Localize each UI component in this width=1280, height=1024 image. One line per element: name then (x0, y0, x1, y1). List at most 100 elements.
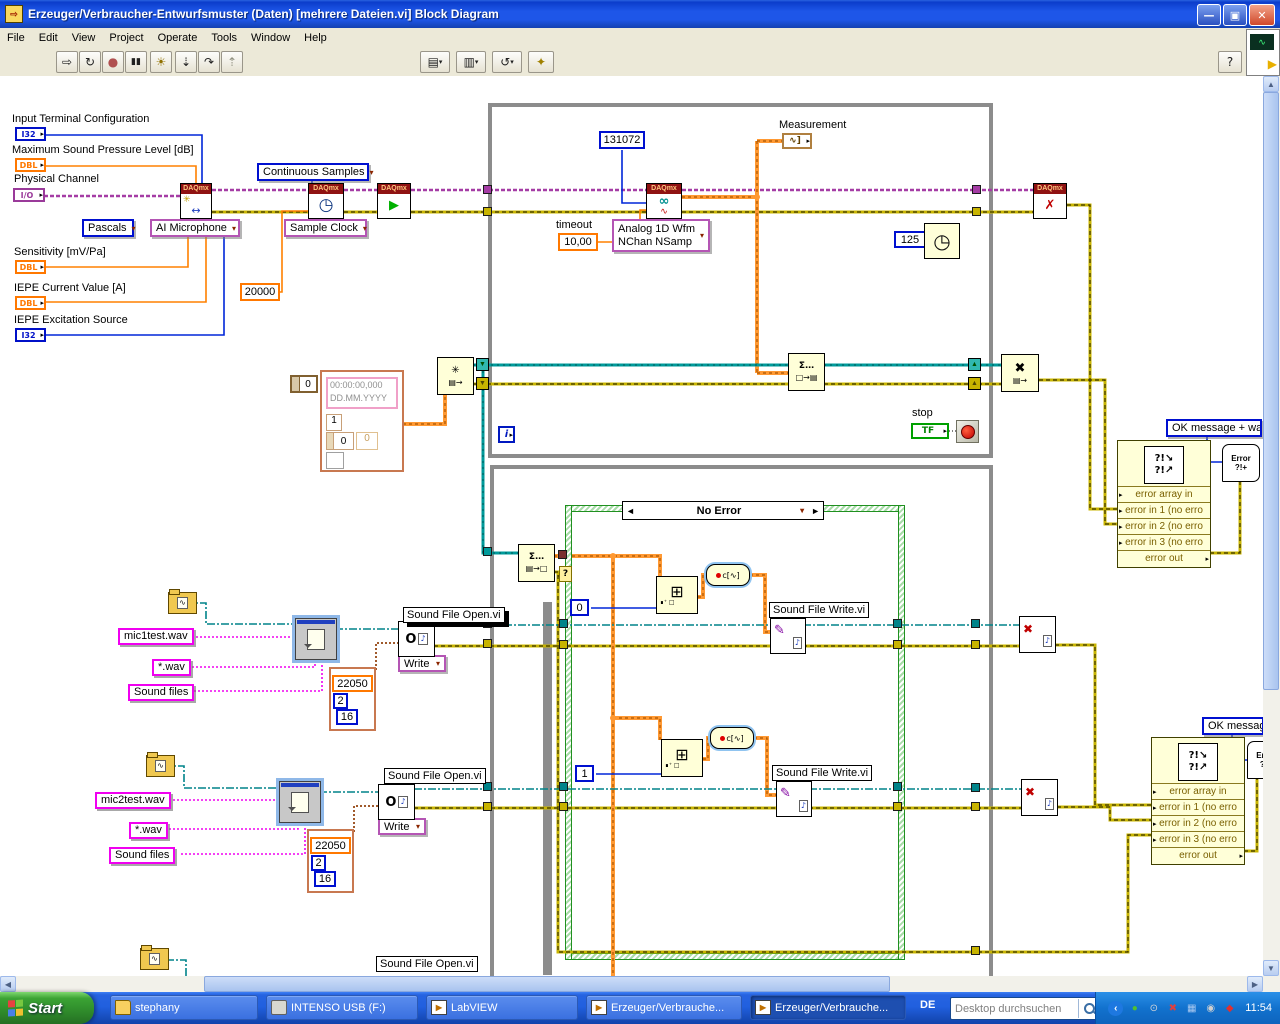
string-constant-pattern-2[interactable]: *.wav (129, 822, 168, 839)
index-array-node-2[interactable]: ⊞ ∎⁺ □ (661, 739, 703, 777)
sound-file-close-node-2[interactable]: ✖ ♪ (1021, 779, 1058, 816)
title-bar[interactable]: ⇨ Erzeuger/Verbraucher-Entwurfsmuster (D… (0, 0, 1280, 28)
block-diagram[interactable]: ▼ ▼ ▲ ▲ ? Input Terminal Configuration I… (0, 76, 1263, 976)
language-indicator[interactable]: DE (920, 999, 935, 1011)
iteration-terminal[interactable]: i (498, 426, 515, 443)
clean-up-diagram-button[interactable]: ✦ (528, 51, 554, 73)
daqmx-read-node[interactable]: DAQmx ∞ ∿ (646, 183, 682, 219)
merge-errors-node-1[interactable]: ?!↘ ?!↗ ▸ error array in ▸ error in 1 (no e… (1117, 440, 1211, 568)
ring-ai-microphone[interactable]: AI Microphone ▾ (150, 219, 240, 237)
highlight-execution-button[interactable]: ☀ (150, 51, 172, 73)
string-constant-prompt-2[interactable]: Sound files (109, 847, 176, 864)
menu-window[interactable]: Window (244, 30, 297, 46)
taskbar-clock[interactable]: 11:54 (1245, 1002, 1272, 1014)
terminal-sensitivity-dbl[interactable]: DBL (15, 260, 46, 274)
menu-help[interactable]: Help (297, 30, 334, 46)
horizontal-scroll-thumb[interactable] (204, 976, 890, 992)
dequeue-element-node[interactable]: Σ… ▤→□ (518, 544, 555, 582)
menu-operate[interactable]: Operate (151, 30, 205, 46)
constant-buffer-size[interactable]: 131072 (599, 131, 645, 149)
taskbar-item-vi-1[interactable]: ▶ Erzeuger/Verbrauche... (586, 995, 742, 1020)
security-shield-icon[interactable]: ◆ (1222, 1001, 1237, 1016)
daqmx-start-task-node[interactable]: DAQmx ▶ (377, 183, 411, 219)
sound-file-write-node-2[interactable]: ✎ ♪ (776, 781, 812, 817)
case-next-icon[interactable]: ► (808, 506, 823, 516)
scroll-down-button[interactable]: ▼ (1263, 960, 1279, 976)
constant-bits-1[interactable]: 16 (336, 709, 358, 725)
scroll-right-button[interactable]: ▶ (1247, 976, 1263, 992)
default-directory-icon-3[interactable]: ∿ (140, 945, 169, 970)
sound-file-close-node-1[interactable]: ✖ ♪ (1019, 616, 1056, 653)
constant-timeout[interactable]: 10,00 (558, 233, 598, 251)
waveform-cluster-constant[interactable]: 00:00:00,000 DD.MM.YYYY 1 0 0 (320, 370, 404, 472)
constant-sr-2[interactable]: 22050 (310, 837, 351, 854)
convert-to-waveform-node-2[interactable]: c[∿] (710, 727, 754, 749)
menu-view[interactable]: View (65, 30, 103, 46)
menu-file[interactable]: File (0, 30, 32, 46)
display-icon[interactable]: ▦ (1184, 1001, 1199, 1016)
wait-ms-node[interactable]: ◷ (924, 223, 960, 259)
sound-file-open-node-2[interactable]: O ♪ (378, 784, 415, 820)
ring-write-mode-1[interactable]: Write ▾ (398, 655, 446, 672)
array-index[interactable]: 0 (290, 375, 318, 393)
distribute-objects-button[interactable]: ▥ ▾ (456, 51, 486, 73)
run-continuous-button[interactable]: ↻ (79, 51, 101, 73)
ring-error-handler-type-1[interactable]: OK message + warn (1166, 419, 1262, 437)
enqueue-element-node[interactable]: Σ… □→▤ (788, 353, 825, 391)
case-prev-icon[interactable]: ◄ (623, 506, 638, 516)
constant-bits-2[interactable]: 16 (314, 871, 336, 887)
ring-sample-clock[interactable]: Sample Clock ▾ (284, 219, 367, 237)
network-error-icon[interactable]: ✖ (1165, 1001, 1180, 1016)
timestamp-constant[interactable]: 00:00:00,000 DD.MM.YYYY (326, 377, 398, 409)
horizontal-scrollbar[interactable]: ◀ ▶ (0, 976, 1263, 992)
messenger-icon[interactable]: ● (1127, 1001, 1142, 1016)
step-over-button[interactable]: ↷ (198, 51, 220, 73)
taskbar-item-usb[interactable]: INTENSO USB (F:) (266, 995, 418, 1020)
dt-constant[interactable]: 1 (326, 414, 342, 431)
release-queue-node[interactable]: ✖ ▤→ (1001, 354, 1039, 392)
align-objects-button[interactable]: ▤ ▾ (420, 51, 450, 73)
ring-read-mode[interactable]: Analog 1D Wfm NChan NSamp ▾ (612, 219, 710, 252)
back-icon[interactable]: ‹ (1108, 1000, 1124, 1016)
convert-to-waveform-node-1[interactable]: c[∿] (706, 564, 750, 586)
menu-project[interactable]: Project (102, 30, 150, 46)
search-placeholder[interactable]: Desktop durchsuchen (951, 1003, 1078, 1015)
minimize-button[interactable]: — (1197, 4, 1221, 26)
string-constant-pattern-1[interactable]: *.wav (152, 659, 191, 676)
y-constant[interactable]: 0 (326, 432, 354, 450)
restore-button[interactable]: ▣ (1223, 4, 1247, 26)
enum-pascals[interactable]: Pascals ▾ (82, 219, 136, 237)
default-directory-icon-1[interactable]: ∿ (168, 589, 197, 614)
case-selector-label[interactable]: No Error (638, 505, 800, 517)
abort-button[interactable]: ● (102, 51, 124, 73)
taskbar-item-stephany[interactable]: stephany (110, 995, 258, 1020)
constant-index-1[interactable]: 1 (575, 765, 594, 782)
constant-index-0[interactable]: 0 (570, 599, 589, 616)
step-into-button[interactable]: ⇣ (175, 51, 197, 73)
terminal-stop-bool[interactable]: TF (911, 423, 949, 439)
taskbar-item-labview[interactable]: ▶ LabVIEW (426, 995, 578, 1020)
string-constant-prompt-1[interactable]: Sound files (128, 684, 195, 701)
string-constant-file2[interactable]: mic2test.wav (95, 792, 171, 809)
close-button[interactable]: ✕ (1249, 4, 1275, 26)
spinner[interactable] (327, 433, 334, 449)
vertical-scrollbar[interactable]: ▲ ▼ (1263, 76, 1280, 976)
file-dialog-node-2[interactable] (279, 781, 321, 823)
step-out-button[interactable]: ⇡ (221, 51, 243, 73)
terminal-iepe-excitation-i32[interactable]: I32 (15, 328, 46, 342)
string-constant-file1[interactable]: mic1test.wav (118, 628, 194, 645)
index-spinner[interactable] (292, 377, 300, 391)
terminal-input-terminal-i32[interactable]: I32 (15, 127, 46, 141)
constant-channels-1[interactable]: 2 (333, 693, 348, 709)
taskbar-item-vi-2[interactable]: ▶ Erzeuger/Verbrauche... (750, 995, 906, 1020)
indicator-measurement[interactable]: ∿] (782, 133, 812, 149)
enum-continuous-samples[interactable]: Continuous Samples ▾ (257, 163, 374, 181)
index-array-node-1[interactable]: ⊞ ∎⁺ □ (656, 576, 698, 614)
stop-button[interactable] (956, 420, 979, 443)
daqmx-create-channel-node[interactable]: DAQmx ✳ ↔ (180, 183, 212, 219)
merge-errors-node-2[interactable]: ?!↘ ?!↗ ▸ error array in ▸ error in 1 (no e… (1151, 737, 1245, 865)
volume-icon[interactable]: ◉ (1203, 1001, 1218, 1016)
constant-sr-1[interactable]: 22050 (332, 675, 373, 692)
start-button[interactable]: Start (0, 992, 94, 1024)
default-directory-icon-2[interactable]: ∿ (146, 752, 175, 777)
